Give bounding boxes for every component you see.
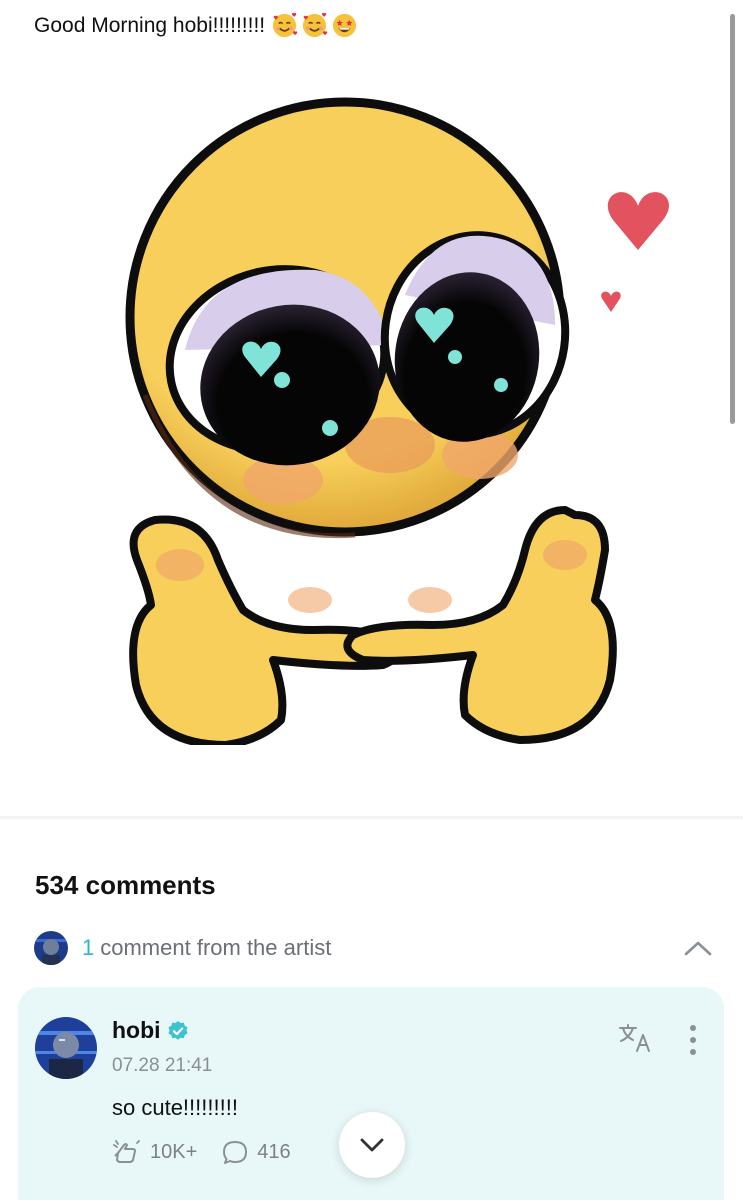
comment-author[interactable]: hobi [112, 1017, 189, 1044]
post-image[interactable] [105, 95, 675, 749]
artist-comments-label: 1 comment from the artist [82, 935, 331, 961]
artist-comments-toggle[interactable]: 1 comment from the artist [34, 928, 714, 968]
chevron-down-icon [360, 1138, 384, 1152]
reply-button[interactable]: 416 [221, 1139, 291, 1165]
comments-count: 534 comments [35, 870, 216, 900]
chevron-up-icon[interactable] [682, 932, 714, 964]
heart-icon [601, 291, 621, 312]
scrollbar[interactable] [730, 14, 735, 424]
verified-badge-icon [168, 1020, 188, 1040]
artist-avatar [34, 931, 68, 965]
star-struck-icon [333, 13, 357, 38]
comment-bubble-icon [223, 1141, 248, 1164]
comment-body: so cute!!!!!!!!! [112, 1095, 238, 1120]
like-button[interactable]: 10K+ [112, 1139, 197, 1165]
comment-timestamp: 07.28 21:41 [112, 1055, 213, 1076]
scroll-down-button[interactable] [339, 1112, 405, 1178]
cheer-icon [113, 1140, 140, 1163]
avatar[interactable] [35, 1017, 97, 1079]
translate-icon[interactable] [618, 1023, 654, 1053]
smiling-face-with-hearts-icon [303, 12, 328, 38]
cute-emoji-illustration [125, 97, 669, 749]
post-text-label: Good Morning hobi!!!!!!!!! [34, 13, 266, 37]
comment-author-name: hobi [112, 1017, 161, 1043]
like-count: 10K+ [150, 1140, 198, 1163]
heart-icon [607, 192, 669, 250]
post-text: Good Morning hobi!!!!!!!!! [34, 12, 358, 39]
reply-count: 416 [257, 1140, 291, 1163]
smiling-face-with-hearts-icon [273, 12, 298, 38]
post-emojis [271, 12, 358, 39]
comment-actions: 10K+ 416 [112, 1139, 315, 1165]
more-options-icon[interactable] [688, 1023, 698, 1057]
artist-comment-count: 1 [82, 935, 95, 960]
artist-comments-text: comment from the artist [100, 935, 332, 960]
section-divider [0, 816, 743, 819]
